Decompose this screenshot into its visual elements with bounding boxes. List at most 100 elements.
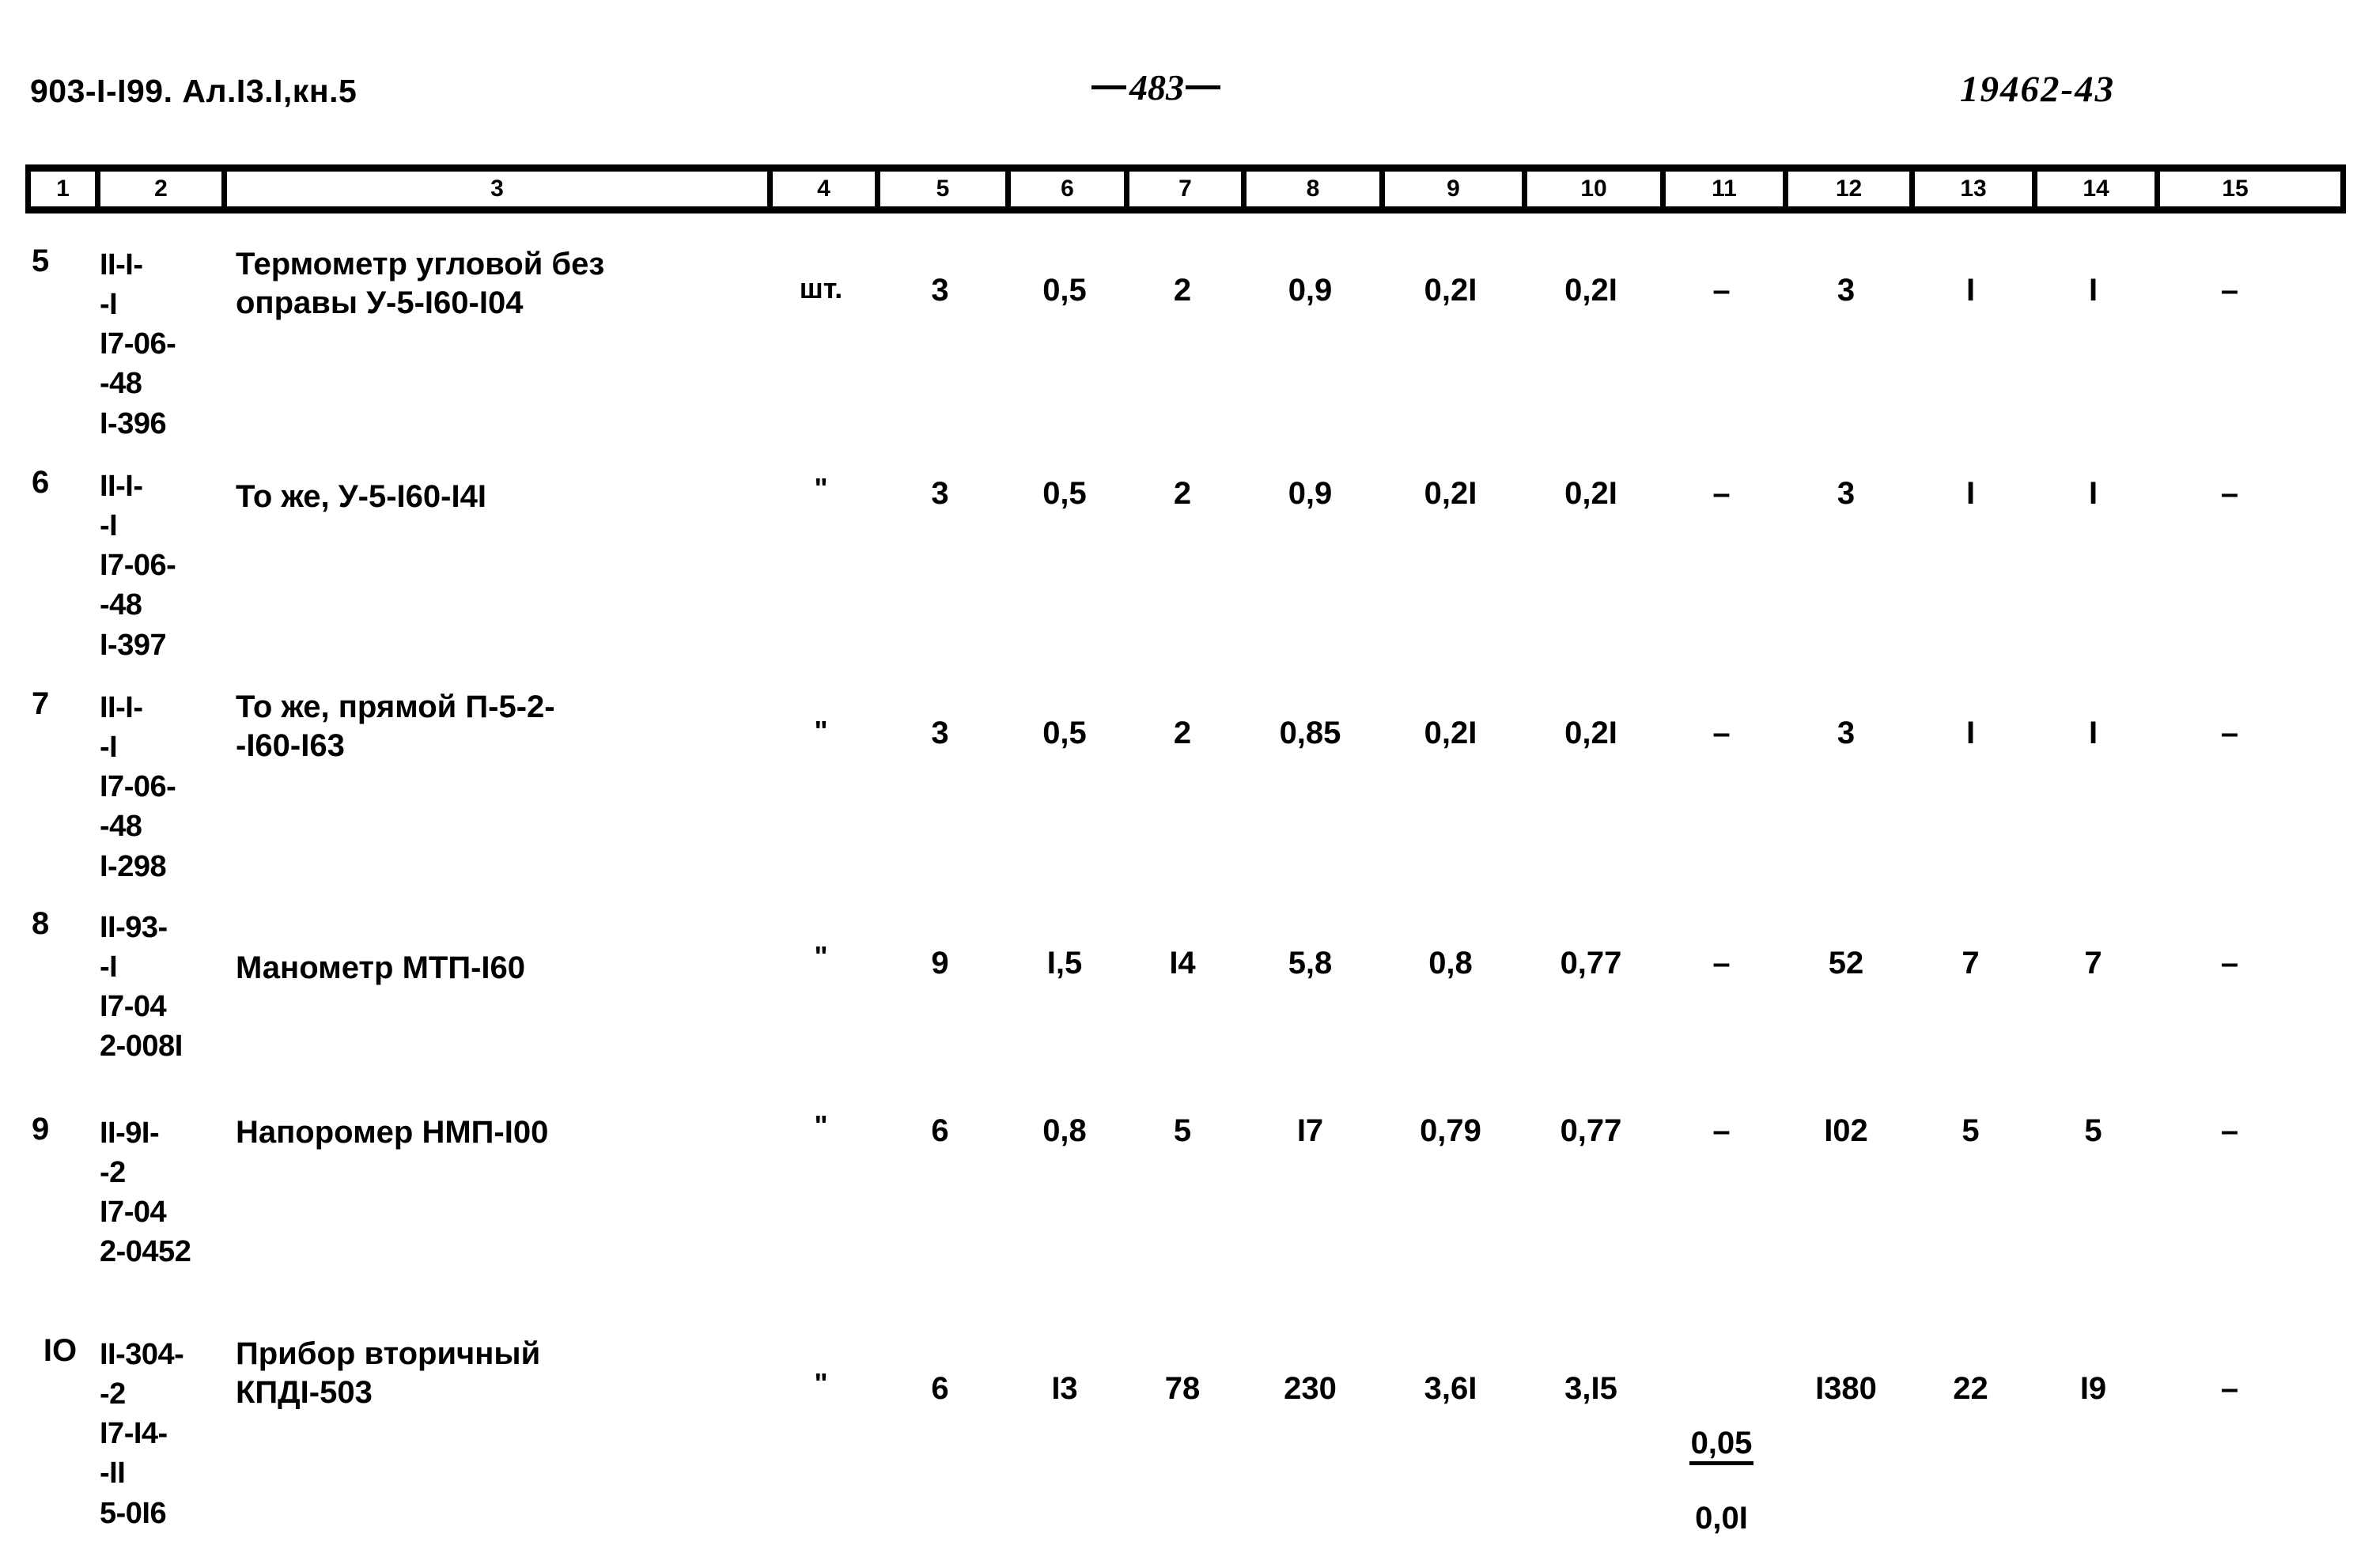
- row-col9: 0,2I: [1424, 716, 1477, 750]
- table-row: 9 II-9I- -2 I7-04 2-0452 Напоромер НМП-I…: [25, 1107, 2346, 1328]
- row-col15: –: [2220, 716, 2239, 750]
- row-col6: 0,5: [1042, 716, 1087, 750]
- column-number-4: 4: [773, 172, 880, 206]
- column-number-8: 8: [1247, 172, 1385, 206]
- row-col13: I: [1965, 476, 1976, 511]
- row-col8: 230: [1284, 1371, 1337, 1406]
- row-col14: I: [2088, 716, 2098, 750]
- table-row: 6 II-I- -I I7-06- -48 I-397 То же, У-5-I…: [25, 459, 2346, 680]
- row-col9: 0,2I: [1424, 476, 1477, 511]
- row-name: Напоромер НМП-I00: [236, 1115, 549, 1150]
- page-number-dash-left: [1091, 85, 1126, 90]
- column-number-6: 6: [1011, 172, 1129, 206]
- row-col5: 3: [931, 273, 949, 308]
- row-col7: 2: [1173, 716, 1192, 750]
- table-row: 7 II-I- -I I7-06- -48 I-298 То же, прямо…: [25, 680, 2346, 901]
- row-col12: 3: [1837, 273, 1856, 308]
- row-col5: 3: [931, 716, 949, 750]
- row-name: Термометр угловой без оправы У-5-I60-I04: [236, 247, 605, 320]
- row-col12: I380: [1815, 1371, 1877, 1406]
- row-col7: I4: [1169, 946, 1196, 980]
- row-col10: 3,I5: [1564, 1371, 1617, 1406]
- row-unit: ": [814, 472, 828, 504]
- page-number-handwritten: 483: [1091, 66, 1220, 108]
- row-col11-fraction: 0,05 0,0I: [1660, 1328, 1783, 1568]
- row-col7: 5: [1173, 1113, 1192, 1148]
- row-col8: I7: [1296, 1113, 1324, 1148]
- row-col15: –: [2220, 1113, 2239, 1148]
- row-name: То же, У-5-I60-I4I: [236, 479, 486, 514]
- document-code: 903-I-I99. Ал.I3.I,кн.5: [30, 73, 358, 109]
- row-code: II-I- -I I7-06- -48 I-397: [100, 470, 176, 662]
- row-unit: шт.: [799, 272, 843, 304]
- row-unit: ": [814, 1109, 828, 1142]
- row-col12: 3: [1837, 476, 1856, 511]
- row-col10: 0,2I: [1564, 476, 1617, 511]
- row-unit: ": [814, 715, 828, 747]
- row-col12: 3: [1837, 716, 1856, 750]
- column-number-15: 15: [2222, 176, 2249, 202]
- page-header: 903-I-I99. Ал.I3.I,кн.5 483 19462-43: [0, 67, 2372, 128]
- row-col7: 2: [1173, 273, 1192, 308]
- row-code: II-I- -I I7-06- -48 I-298: [100, 691, 176, 883]
- fraction-denominator: 0,0I: [1695, 1501, 1748, 1536]
- row-unit: ": [814, 940, 828, 973]
- row-col15: –: [2220, 273, 2239, 308]
- fraction-numerator: 0,05: [1689, 1426, 1754, 1465]
- row-col5: 6: [931, 1113, 949, 1148]
- row-col14: 7: [2084, 946, 2102, 980]
- row-col10: 0,77: [1560, 1113, 1622, 1148]
- table-row: IO II-304- -2 I7-I4- -II 5-0I6 Прибор вт…: [25, 1328, 2346, 1566]
- row-col6: I,5: [1046, 946, 1083, 980]
- row-col11: –: [1712, 273, 1731, 308]
- column-number-2: 2: [100, 172, 227, 206]
- column-number-10: 10: [1527, 172, 1666, 206]
- row-name: То же, прямой П-5-2- -I60-I63: [236, 690, 555, 763]
- page-number-value: 483: [1129, 67, 1184, 108]
- row-col11: –: [1712, 476, 1731, 511]
- row-code: II-93- -I I7-04 2-008I: [100, 911, 183, 1064]
- row-position-number: IO: [43, 1333, 78, 1368]
- row-col6: I3: [1051, 1371, 1078, 1406]
- row-col15: –: [2220, 476, 2239, 511]
- row-col6: 0,5: [1042, 273, 1087, 308]
- row-name: Манометр МТП-I60: [236, 950, 525, 985]
- row-col7: 78: [1164, 1371, 1201, 1406]
- row-col14: I: [2088, 273, 2098, 308]
- row-col12: 52: [1828, 946, 1864, 980]
- row-col5: 9: [931, 946, 949, 980]
- row-col10: 0,2I: [1564, 273, 1617, 308]
- row-col15: –: [2220, 946, 2239, 980]
- row-code: II-9I- -2 I7-04 2-0452: [100, 1116, 191, 1269]
- table-column-number-header: 1 2 3 4 5 6 7 8 9 10 11 12 13 14 15: [25, 164, 2346, 213]
- column-number-1: 1: [31, 172, 100, 206]
- row-position-number: 5: [32, 244, 50, 278]
- column-number-11: 11: [1666, 172, 1788, 206]
- row-col8: 0,9: [1288, 273, 1333, 308]
- row-position-number: 9: [32, 1112, 50, 1147]
- row-position-number: 8: [32, 906, 50, 941]
- row-col10: 0,77: [1560, 946, 1622, 980]
- column-number-7: 7: [1129, 172, 1247, 206]
- row-col9: 3,6I: [1424, 1371, 1477, 1406]
- row-position-number: 6: [32, 465, 50, 500]
- row-col8: 0,9: [1288, 476, 1333, 511]
- row-col13: 5: [1962, 1113, 1980, 1148]
- row-col7: 2: [1173, 476, 1192, 511]
- column-number-5: 5: [880, 172, 1011, 206]
- row-col8: 5,8: [1288, 946, 1333, 980]
- row-code: II-I- -I I7-06- -48 I-396: [100, 248, 176, 440]
- column-number-3: 3: [227, 172, 773, 206]
- row-col6: 0,5: [1042, 476, 1087, 511]
- column-number-14: 14: [2037, 172, 2160, 206]
- row-col13: 22: [1953, 1371, 1988, 1406]
- row-unit: ": [814, 1367, 828, 1400]
- row-col5: 3: [931, 476, 949, 511]
- row-col13: 7: [1962, 946, 1980, 980]
- row-col12: I02: [1824, 1113, 1868, 1148]
- row-col8: 0,85: [1279, 716, 1341, 750]
- row-col9: 0,79: [1420, 1113, 1481, 1148]
- row-col15: –: [2220, 1371, 2239, 1406]
- row-col14: I9: [2079, 1371, 2107, 1406]
- specification-table: 5 II-I- -I I7-06- -48 I-396 Термометр уг…: [25, 237, 2346, 1566]
